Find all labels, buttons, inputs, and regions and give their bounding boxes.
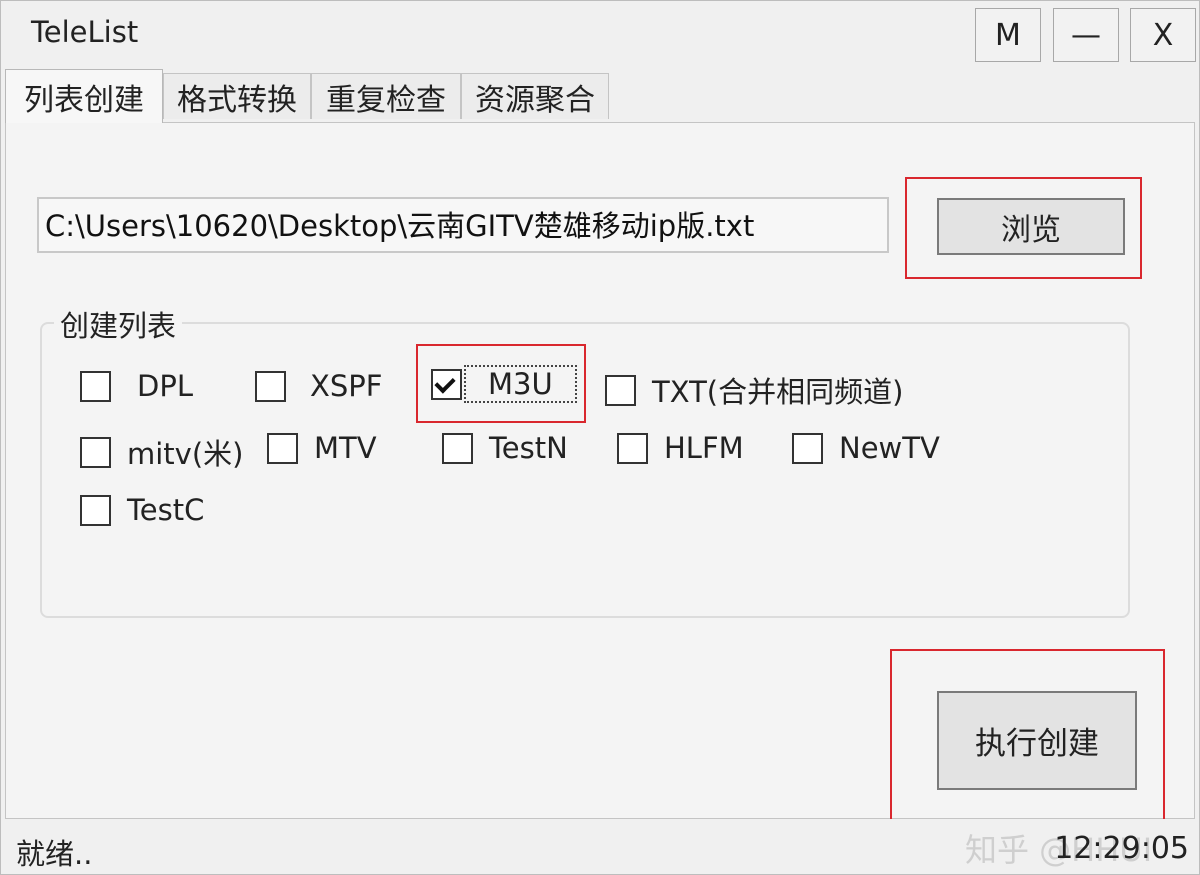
option-label: TestC [127,493,205,527]
checkbox-newtv[interactable] [792,432,823,464]
tab-duplicate-check[interactable]: 重复检查 [311,73,461,119]
tab-format-convert[interactable]: 格式转换 [163,73,311,119]
option-hlfm[interactable]: HLFM [617,431,744,465]
execute-create-button[interactable]: 执行创建 [937,691,1137,790]
tab-list-create[interactable]: 列表创建 [5,69,163,123]
option-m3u[interactable]: M3U [431,365,577,403]
option-testc[interactable]: TestC [80,493,204,527]
tab-bar: 列表创建 格式转换 重复检查 资源聚合 [5,69,1195,123]
minimize-button[interactable]: — [1053,8,1119,62]
option-label: TXT(合并相同频道) [652,375,904,409]
option-testn[interactable]: TestN [442,431,568,465]
option-label: HLFM [664,431,744,465]
checkbox-hlfm[interactable] [617,432,648,464]
option-mtv[interactable]: MTV [267,431,377,465]
option-label: M3U [464,365,577,403]
option-dpl[interactable]: DPL [80,369,193,403]
maximize-button[interactable]: M [975,8,1041,62]
tab-panel-list-create: C:\Users\10620\Desktop\云南GITV楚雄移动ip版.txt… [5,122,1195,830]
option-txt[interactable]: TXT(合并相同频道) [605,369,903,411]
checkbox-m3u[interactable] [431,368,462,400]
file-path-field[interactable]: C:\Users\10620\Desktop\云南GITV楚雄移动ip版.txt [37,197,889,253]
window-title: TeleList [31,15,139,49]
create-list-group-label: 创建列表 [54,303,183,345]
option-xspf[interactable]: XSPF [255,369,382,403]
telelist-window: TeleList M — X 列表创建 格式转换 重复检查 资源聚合 C:\Us… [0,0,1200,875]
option-label: DPL [137,369,193,403]
checkbox-xspf[interactable] [255,370,286,402]
title-bar[interactable]: TeleList M — X [1,1,1199,69]
option-label: NewTV [839,431,940,465]
tab-resource-aggregate[interactable]: 资源聚合 [461,73,609,119]
checkbox-testc[interactable] [80,494,111,526]
option-label: XSPF [310,369,383,403]
status-bar: 就绪.. 知乎 @HHUI 12:29:05 [1,819,1199,874]
close-button[interactable]: X [1130,8,1196,62]
status-clock: 12:29:05 [1054,831,1189,866]
option-mitv[interactable]: mitv(米) [80,431,243,473]
checkbox-testn[interactable] [442,432,473,464]
option-label: mitv(米) [127,437,244,471]
browse-button[interactable]: 浏览 [937,198,1125,255]
option-newtv[interactable]: NewTV [792,431,940,465]
option-label: MTV [314,431,377,465]
option-label: TestN [489,431,568,465]
checkbox-mitv[interactable] [80,436,111,468]
status-text: 就绪.. [16,837,93,871]
checkbox-dpl[interactable] [80,370,111,402]
checkmark-icon [434,371,456,394]
checkbox-mtv[interactable] [267,432,298,464]
checkbox-txt[interactable] [605,374,636,406]
